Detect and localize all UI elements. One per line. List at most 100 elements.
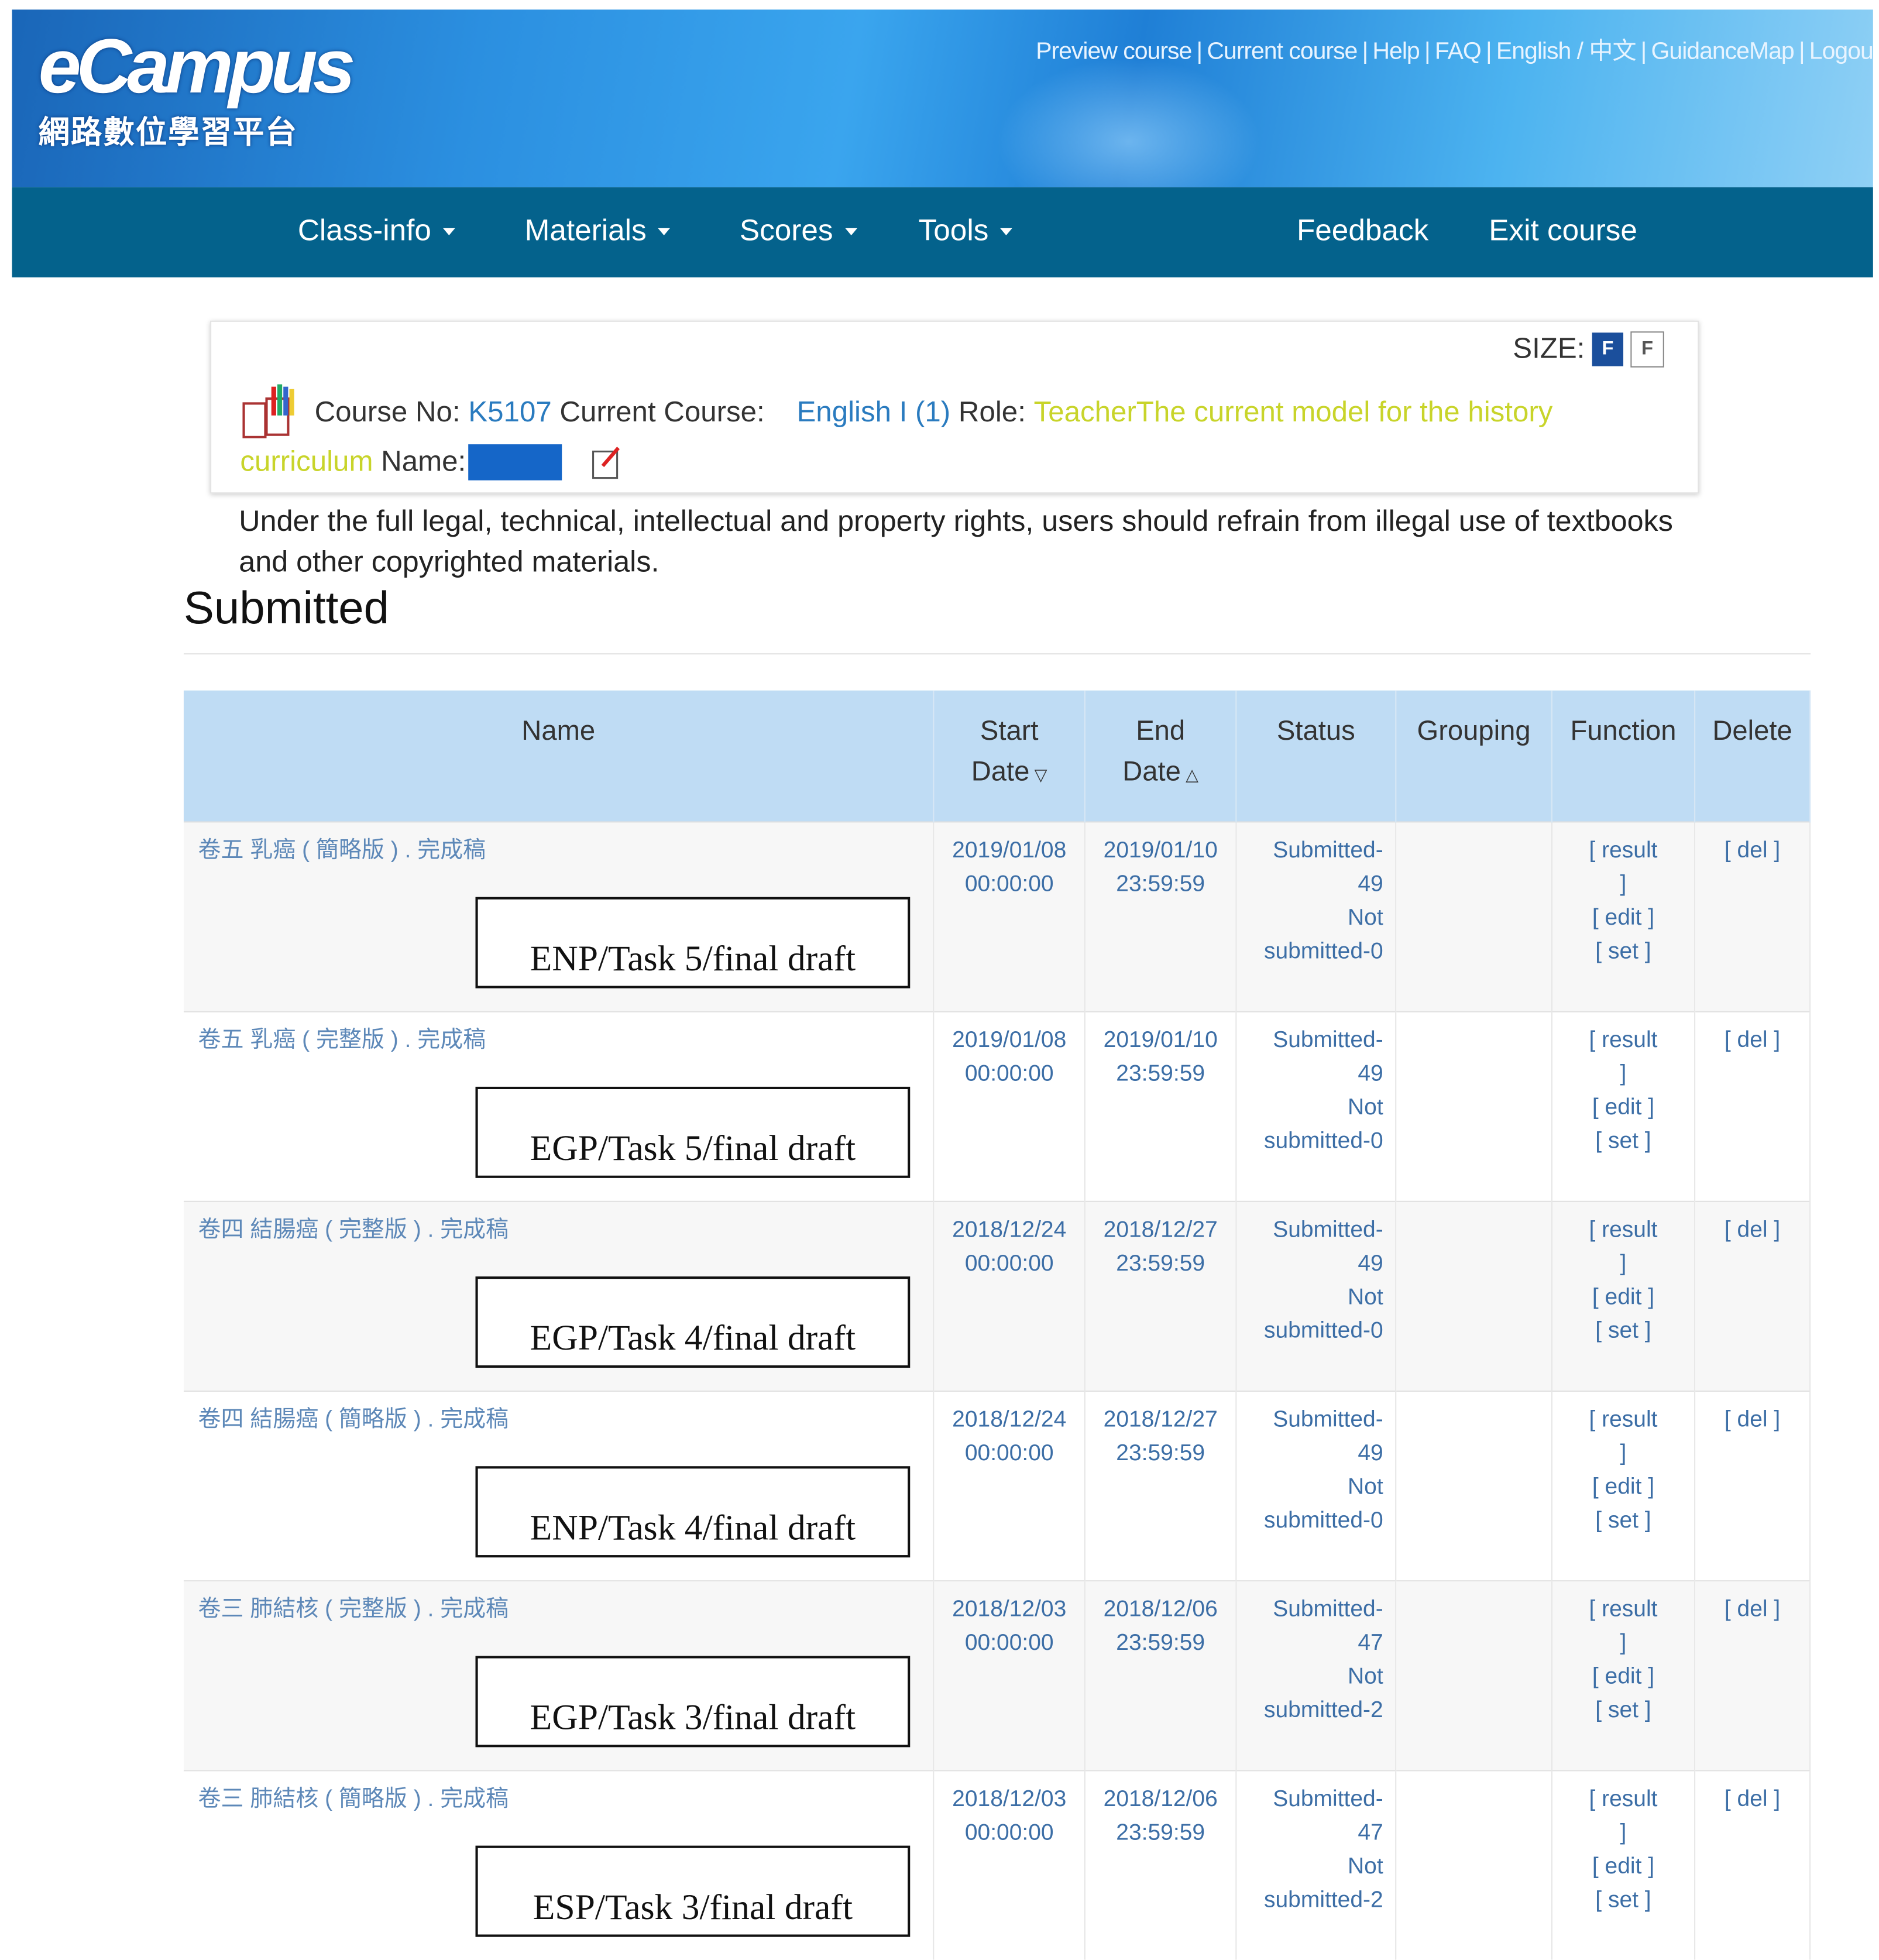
set-link[interactable]: [ set ]	[1595, 1319, 1651, 1344]
sort-up-icon[interactable]: △	[1186, 765, 1198, 784]
status-not[interactable]: Not	[1348, 1475, 1383, 1500]
main-nav: Class-info Materials Scores Tools Feedba…	[12, 187, 1873, 277]
status-submitted[interactable]: Submitted-	[1273, 838, 1383, 863]
separator: |	[1486, 38, 1492, 65]
result-link[interactable]: [ result	[1589, 1787, 1657, 1812]
top-link[interactable]: Preview course	[1036, 39, 1192, 65]
edit-link[interactable]: [ edit ]	[1592, 1854, 1654, 1879]
nav-label: Materials	[524, 214, 647, 248]
nav-exit-course[interactable]: Exit course	[1489, 214, 1637, 249]
sort-down-icon[interactable]: ▽	[1035, 765, 1047, 784]
result-link-end[interactable]: ]	[1620, 1631, 1627, 1656]
status-cell[interactable]: Submitted- 49 Not submitted-0	[1236, 1390, 1397, 1581]
col-start-date[interactable]: Start Date ▽	[933, 690, 1086, 822]
not-submitted-count[interactable]: submitted-0	[1264, 1129, 1383, 1154]
status-submitted[interactable]: Submitted-	[1273, 1408, 1383, 1433]
col-end-date[interactable]: End Date △	[1084, 690, 1237, 822]
delete-cell: [ del ]	[1695, 1580, 1811, 1771]
set-link[interactable]: [ set ]	[1595, 939, 1651, 964]
status-cell[interactable]: Submitted- 47 Not submitted-2	[1236, 1580, 1397, 1771]
result-link[interactable]: [ result	[1589, 1408, 1657, 1433]
submitted-count[interactable]: 49	[1358, 1441, 1383, 1466]
not-submitted-count[interactable]: submitted-2	[1264, 1887, 1383, 1913]
result-link[interactable]: [ result	[1589, 1028, 1657, 1053]
edit-link[interactable]: [ edit ]	[1592, 905, 1654, 931]
result-link-end[interactable]: ]	[1620, 1062, 1627, 1087]
set-link[interactable]: [ set ]	[1595, 1887, 1651, 1913]
delete-link[interactable]: [ del ]	[1725, 1597, 1780, 1622]
nav-tools[interactable]: Tools	[919, 214, 1013, 249]
function-cell: [ result] [ edit ] [ set ]	[1551, 1390, 1696, 1581]
end-date-cell: 2018/12/27 23:59:59	[1084, 1200, 1237, 1392]
status-not[interactable]: Not	[1348, 1285, 1383, 1310]
start-time: 00:00:00	[964, 1631, 1054, 1656]
submitted-count[interactable]: 47	[1358, 1821, 1383, 1846]
status-cell[interactable]: Submitted- 49 Not submitted-0	[1236, 1011, 1397, 1202]
assignment-link[interactable]: 卷三 肺結核 ( 完整版 ) . 完成稿	[198, 1597, 509, 1622]
not-submitted-count[interactable]: submitted-2	[1264, 1698, 1383, 1723]
start-time: 00:00:00	[964, 871, 1054, 897]
edit-link[interactable]: [ edit ]	[1592, 1475, 1654, 1500]
not-submitted-count[interactable]: submitted-0	[1264, 939, 1383, 964]
assignment-link[interactable]: 卷四 結腸癌 ( 簡略版 ) . 完成稿	[198, 1408, 509, 1433]
nav-materials[interactable]: Materials	[525, 214, 671, 249]
assignment-link[interactable]: 卷五 乳癌 ( 完整版 ) . 完成稿	[198, 1028, 486, 1053]
set-link[interactable]: [ set ]	[1595, 1698, 1651, 1723]
grouping-cell	[1396, 1770, 1552, 1960]
font-large-button[interactable]: F	[1592, 332, 1624, 366]
status-submitted[interactable]: Submitted-	[1273, 1597, 1383, 1622]
nav-scores[interactable]: Scores	[740, 214, 857, 249]
delete-link[interactable]: [ del ]	[1725, 1028, 1780, 1053]
submitted-count[interactable]: 49	[1358, 872, 1383, 897]
status-not[interactable]: Not	[1348, 1664, 1383, 1690]
separator: |	[1798, 38, 1805, 65]
end-date: 2018/12/27	[1103, 1407, 1218, 1433]
result-link[interactable]: [ result	[1589, 1218, 1657, 1243]
result-link[interactable]: [ result	[1589, 1597, 1657, 1622]
status-not[interactable]: Not	[1348, 905, 1383, 931]
status-cell[interactable]: Submitted- 47 Not submitted-2	[1236, 1770, 1397, 1960]
edit-link[interactable]: [ edit ]	[1592, 1285, 1654, 1310]
status-submitted[interactable]: Submitted-	[1273, 1028, 1383, 1053]
submitted-count[interactable]: 49	[1358, 1062, 1383, 1087]
top-link[interactable]: Help	[1372, 39, 1420, 65]
delete-link[interactable]: [ del ]	[1725, 838, 1780, 863]
result-link-end[interactable]: ]	[1620, 872, 1627, 897]
edit-note-icon[interactable]	[591, 444, 622, 480]
edit-link[interactable]: [ edit ]	[1592, 1095, 1654, 1120]
status-cell[interactable]: Submitted- 49 Not submitted-0	[1236, 821, 1397, 1012]
ecampus-logo[interactable]: eCampus 網路數位學習平台	[39, 24, 356, 153]
result-link-end[interactable]: ]	[1620, 1251, 1627, 1276]
submitted-count[interactable]: 47	[1358, 1631, 1383, 1656]
submitted-count[interactable]: 49	[1358, 1251, 1383, 1276]
result-link-end[interactable]: ]	[1620, 1821, 1627, 1846]
status-cell[interactable]: Submitted- 49 Not submitted-0	[1236, 1200, 1397, 1392]
current-course[interactable]: English I (1)	[796, 396, 950, 430]
top-link[interactable]: Logou	[1809, 39, 1873, 65]
status-not[interactable]: Not	[1348, 1095, 1383, 1120]
result-link[interactable]: [ result	[1589, 838, 1657, 863]
status-submitted[interactable]: Submitted-	[1273, 1787, 1383, 1812]
course-no[interactable]: K5107	[468, 396, 551, 430]
edit-link[interactable]: [ edit ]	[1592, 1664, 1654, 1690]
assignment-link[interactable]: 卷五 乳癌 ( 簡略版 ) . 完成稿	[198, 838, 486, 863]
not-submitted-count[interactable]: submitted-0	[1264, 1319, 1383, 1344]
delete-link[interactable]: [ del ]	[1725, 1218, 1780, 1243]
top-link[interactable]: GuidanceMap	[1651, 39, 1795, 65]
not-submitted-count[interactable]: submitted-0	[1264, 1508, 1383, 1533]
result-link-end[interactable]: ]	[1620, 1441, 1627, 1466]
top-link[interactable]: FAQ	[1435, 39, 1482, 65]
status-submitted[interactable]: Submitted-	[1273, 1218, 1383, 1243]
set-link[interactable]: [ set ]	[1595, 1508, 1651, 1533]
top-link[interactable]: Current course	[1207, 39, 1358, 65]
font-small-button[interactable]: F	[1630, 331, 1664, 368]
assignment-link[interactable]: 卷四 結腸癌 ( 完整版 ) . 完成稿	[198, 1218, 509, 1243]
top-link[interactable]: English / 中文	[1496, 39, 1637, 65]
nav-class-info[interactable]: Class-info	[298, 214, 455, 249]
assignment-link[interactable]: 卷三 肺結核 ( 簡略版 ) . 完成稿	[198, 1787, 509, 1812]
set-link[interactable]: [ set ]	[1595, 1129, 1651, 1154]
status-not[interactable]: Not	[1348, 1854, 1383, 1879]
delete-link[interactable]: [ del ]	[1725, 1787, 1780, 1812]
delete-link[interactable]: [ del ]	[1725, 1408, 1780, 1433]
nav-feedback[interactable]: Feedback	[1297, 214, 1428, 249]
